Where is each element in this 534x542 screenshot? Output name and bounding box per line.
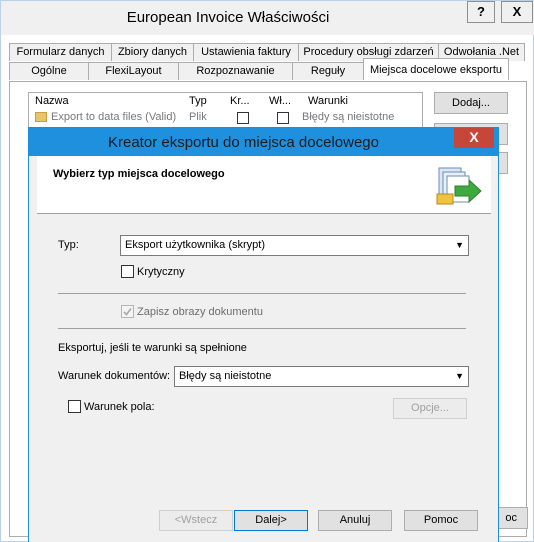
export-wizard-dialog: Kreator eksportu do miejsca docelowego X… <box>28 127 499 542</box>
tab-ogolne[interactable]: Ogólne <box>9 62 89 80</box>
row-enabled-checkbox[interactable] <box>277 112 289 124</box>
doc-condition-select[interactable]: Błędy są nieistotne ▼ <box>174 366 469 387</box>
tab-reguly[interactable]: Reguły <box>292 62 364 80</box>
list-header: Nazwa Typ Kr... Wł... Warunki <box>29 93 422 109</box>
type-label: Typ: <box>58 239 79 251</box>
doc-condition-value: Błędy są nieistotne <box>179 370 272 382</box>
chevron-down-icon: ▼ <box>455 240 464 250</box>
tab-flexilayout[interactable]: FlexiLayout <box>88 62 179 80</box>
row-type: Plik <box>189 111 207 123</box>
close-title-button[interactable]: X <box>501 1 533 23</box>
separator-1 <box>58 293 466 294</box>
window-title: European Invoice Właściwości <box>126 9 330 26</box>
add-button[interactable]: Dodaj... <box>434 92 508 114</box>
tab-ustawienia-faktury[interactable]: Ustawienia faktury <box>193 43 299 61</box>
help-button[interactable]: Pomoc <box>404 510 478 531</box>
wizard-titlebar: Kreator eksportu do miejsca docelowego X <box>29 128 498 156</box>
tab-miejsca-docelowe[interactable]: Miejsca docelowe eksportu <box>363 58 509 80</box>
options-button[interactable]: Opcje... <box>393 398 467 419</box>
properties-window: European Invoice Właściwości ? X Formula… <box>0 0 534 542</box>
doc-condition-label: Warunek dokumentów: <box>58 370 171 382</box>
field-condition-checkbox[interactable] <box>68 400 81 413</box>
back-button[interactable]: <Wstecz <box>159 510 233 531</box>
col-krytyczny[interactable]: Kr... <box>230 95 250 107</box>
folder-icon <box>35 112 47 122</box>
wizard-step-title: Wybierz typ miejsca docelowego <box>53 168 225 180</box>
tab-zbiory-danych[interactable]: Zbiory danych <box>111 43 194 61</box>
window-titlebar: European Invoice Właściwości ? X <box>1 1 534 35</box>
row-name: Export to data files (Valid) <box>51 111 177 123</box>
field-condition-label: Warunek pola: <box>84 401 155 413</box>
separator-2 <box>58 328 466 329</box>
destinations-list[interactable]: Nazwa Typ Kr... Wł... Warunki Export to … <box>28 92 423 128</box>
wizard-header: Wybierz typ miejsca docelowego <box>37 156 491 214</box>
type-select-value: Eksport użytkownika (skrypt) <box>125 239 265 251</box>
list-item[interactable]: Export to data files (Valid) Plik Błędy … <box>29 110 422 126</box>
save-images-label: Zapisz obrazy dokumentu <box>137 306 263 318</box>
col-warunki[interactable]: Warunki <box>308 95 348 107</box>
col-wlaczony[interactable]: Wł... <box>269 95 291 107</box>
critical-label: Krytyczny <box>137 266 185 278</box>
tab-formularz-danych[interactable]: Formularz danych <box>9 43 112 61</box>
col-nazwa[interactable]: Nazwa <box>35 95 69 107</box>
row-conditions: Błędy są nieistotne <box>302 111 395 123</box>
chevron-down-icon: ▼ <box>455 371 464 381</box>
wizard-close-button[interactable]: X <box>454 128 494 148</box>
tab-rozpoznawanie[interactable]: Rozpoznawanie <box>178 62 293 80</box>
tab-row-2: Ogólne FlexiLayout Rozpoznawanie Reguły … <box>9 58 509 80</box>
wizard-title: Kreator eksportu do miejsca docelowego <box>108 134 379 151</box>
row-critical-checkbox[interactable] <box>237 112 249 124</box>
help-title-button[interactable]: ? <box>467 1 495 23</box>
save-images-checkbox[interactable] <box>121 305 134 318</box>
cancel-button[interactable]: Anuluj <box>318 510 392 531</box>
col-typ[interactable]: Typ <box>189 95 207 107</box>
next-button[interactable]: Dalej> <box>234 510 308 531</box>
export-if-label: Eksportuj, jeśli te warunki są spełnione <box>58 342 247 354</box>
type-select[interactable]: Eksport użytkownika (skrypt) ▼ <box>120 235 469 256</box>
critical-checkbox[interactable] <box>121 265 134 278</box>
checkmark-icon <box>123 308 132 316</box>
export-documents-icon <box>436 167 482 205</box>
